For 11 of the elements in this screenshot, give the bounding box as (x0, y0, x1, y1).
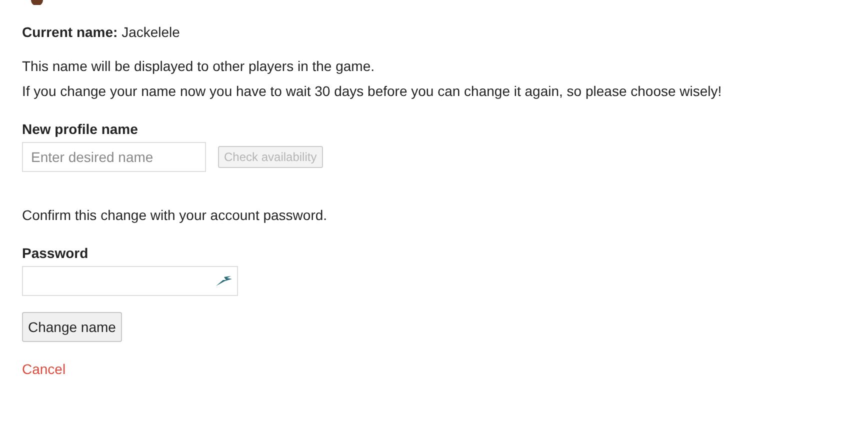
info-text: This name will be displayed to other players in the game. (22, 58, 376, 74)
current-name-text: Current name: Jackelele (22, 24, 181, 40)
field-label: New profile name (22, 121, 139, 137)
field-label: Password (22, 245, 90, 261)
confirm-text: Confirm this change with your account password. (22, 207, 328, 223)
cancel-link[interactable]: Cancel (22, 361, 66, 377)
info-text: If you change your name now you have to wait 30 days before you can change it again, so please choose wisely! (22, 83, 723, 99)
name-input[interactable]: Enter desired name (22, 142, 206, 172)
change-name-button[interactable]: Change name (22, 312, 122, 342)
avatar-icon (30, 0, 44, 5)
password-input[interactable] (22, 266, 238, 296)
